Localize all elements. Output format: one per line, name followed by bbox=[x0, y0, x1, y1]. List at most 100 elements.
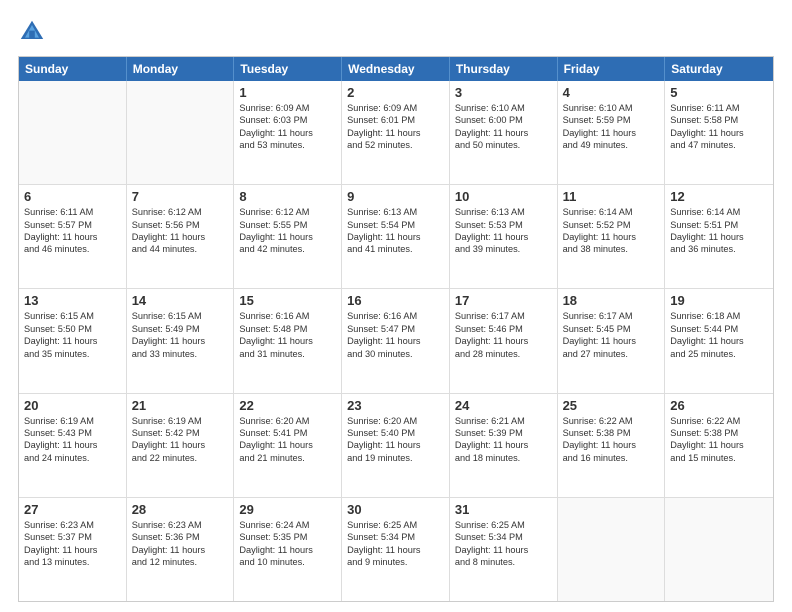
daylight-text-1: Daylight: 11 hours bbox=[455, 544, 552, 556]
sunrise-text: Sunrise: 6:13 AM bbox=[455, 206, 552, 218]
sunrise-text: Sunrise: 6:12 AM bbox=[132, 206, 229, 218]
sunrise-text: Sunrise: 6:17 AM bbox=[563, 310, 660, 322]
daylight-text-1: Daylight: 11 hours bbox=[670, 335, 768, 347]
sunrise-text: Sunrise: 6:22 AM bbox=[563, 415, 660, 427]
calendar-row-1: 6Sunrise: 6:11 AMSunset: 5:57 PMDaylight… bbox=[19, 184, 773, 288]
daylight-text-1: Daylight: 11 hours bbox=[347, 127, 444, 139]
sunrise-text: Sunrise: 6:20 AM bbox=[239, 415, 336, 427]
sunset-text: Sunset: 6:01 PM bbox=[347, 114, 444, 126]
empty-cell bbox=[127, 81, 235, 184]
daylight-text-2: and 50 minutes. bbox=[455, 139, 552, 151]
daylight-text-1: Daylight: 11 hours bbox=[563, 231, 660, 243]
sunrise-text: Sunrise: 6:10 AM bbox=[563, 102, 660, 114]
day-cell-1: 1Sunrise: 6:09 AMSunset: 6:03 PMDaylight… bbox=[234, 81, 342, 184]
daylight-text-2: and 8 minutes. bbox=[455, 556, 552, 568]
daylight-text-1: Daylight: 11 hours bbox=[24, 231, 121, 243]
daylight-text-2: and 41 minutes. bbox=[347, 243, 444, 255]
header-day-monday: Monday bbox=[127, 57, 235, 81]
daylight-text-2: and 49 minutes. bbox=[563, 139, 660, 151]
daylight-text-2: and 10 minutes. bbox=[239, 556, 336, 568]
sunset-text: Sunset: 5:42 PM bbox=[132, 427, 229, 439]
daylight-text-1: Daylight: 11 hours bbox=[347, 335, 444, 347]
day-cell-17: 17Sunrise: 6:17 AMSunset: 5:46 PMDayligh… bbox=[450, 289, 558, 392]
sunrise-text: Sunrise: 6:12 AM bbox=[239, 206, 336, 218]
sunrise-text: Sunrise: 6:23 AM bbox=[24, 519, 121, 531]
daylight-text-1: Daylight: 11 hours bbox=[563, 335, 660, 347]
sunrise-text: Sunrise: 6:17 AM bbox=[455, 310, 552, 322]
calendar: SundayMondayTuesdayWednesdayThursdayFrid… bbox=[18, 56, 774, 602]
day-cell-26: 26Sunrise: 6:22 AMSunset: 5:38 PMDayligh… bbox=[665, 394, 773, 497]
sunrise-text: Sunrise: 6:21 AM bbox=[455, 415, 552, 427]
day-number: 10 bbox=[455, 189, 552, 204]
logo-icon bbox=[18, 18, 46, 46]
sunset-text: Sunset: 5:35 PM bbox=[239, 531, 336, 543]
day-cell-15: 15Sunrise: 6:16 AMSunset: 5:48 PMDayligh… bbox=[234, 289, 342, 392]
sunset-text: Sunset: 5:58 PM bbox=[670, 114, 768, 126]
sunrise-text: Sunrise: 6:09 AM bbox=[347, 102, 444, 114]
day-number: 26 bbox=[670, 398, 768, 413]
sunset-text: Sunset: 5:38 PM bbox=[563, 427, 660, 439]
sunrise-text: Sunrise: 6:16 AM bbox=[347, 310, 444, 322]
sunset-text: Sunset: 5:48 PM bbox=[239, 323, 336, 335]
sunrise-text: Sunrise: 6:14 AM bbox=[670, 206, 768, 218]
daylight-text-2: and 31 minutes. bbox=[239, 348, 336, 360]
sunset-text: Sunset: 5:43 PM bbox=[24, 427, 121, 439]
day-cell-3: 3Sunrise: 6:10 AMSunset: 6:00 PMDaylight… bbox=[450, 81, 558, 184]
sunset-text: Sunset: 5:59 PM bbox=[563, 114, 660, 126]
day-cell-19: 19Sunrise: 6:18 AMSunset: 5:44 PMDayligh… bbox=[665, 289, 773, 392]
daylight-text-2: and 35 minutes. bbox=[24, 348, 121, 360]
day-number: 17 bbox=[455, 293, 552, 308]
day-cell-7: 7Sunrise: 6:12 AMSunset: 5:56 PMDaylight… bbox=[127, 185, 235, 288]
daylight-text-1: Daylight: 11 hours bbox=[239, 439, 336, 451]
sunrise-text: Sunrise: 6:16 AM bbox=[239, 310, 336, 322]
sunset-text: Sunset: 5:34 PM bbox=[455, 531, 552, 543]
sunrise-text: Sunrise: 6:09 AM bbox=[239, 102, 336, 114]
daylight-text-2: and 30 minutes. bbox=[347, 348, 444, 360]
daylight-text-1: Daylight: 11 hours bbox=[239, 335, 336, 347]
calendar-row-3: 20Sunrise: 6:19 AMSunset: 5:43 PMDayligh… bbox=[19, 393, 773, 497]
sunset-text: Sunset: 5:41 PM bbox=[239, 427, 336, 439]
day-number: 24 bbox=[455, 398, 552, 413]
daylight-text-2: and 46 minutes. bbox=[24, 243, 121, 255]
sunset-text: Sunset: 5:56 PM bbox=[132, 219, 229, 231]
sunrise-text: Sunrise: 6:15 AM bbox=[132, 310, 229, 322]
sunset-text: Sunset: 5:44 PM bbox=[670, 323, 768, 335]
day-number: 23 bbox=[347, 398, 444, 413]
sunset-text: Sunset: 5:52 PM bbox=[563, 219, 660, 231]
day-number: 16 bbox=[347, 293, 444, 308]
sunrise-text: Sunrise: 6:11 AM bbox=[670, 102, 768, 114]
day-cell-2: 2Sunrise: 6:09 AMSunset: 6:01 PMDaylight… bbox=[342, 81, 450, 184]
day-number: 27 bbox=[24, 502, 121, 517]
sunset-text: Sunset: 5:37 PM bbox=[24, 531, 121, 543]
daylight-text-2: and 39 minutes. bbox=[455, 243, 552, 255]
daylight-text-1: Daylight: 11 hours bbox=[455, 231, 552, 243]
sunrise-text: Sunrise: 6:11 AM bbox=[24, 206, 121, 218]
daylight-text-1: Daylight: 11 hours bbox=[670, 127, 768, 139]
day-cell-25: 25Sunrise: 6:22 AMSunset: 5:38 PMDayligh… bbox=[558, 394, 666, 497]
day-number: 4 bbox=[563, 85, 660, 100]
daylight-text-1: Daylight: 11 hours bbox=[347, 439, 444, 451]
day-cell-29: 29Sunrise: 6:24 AMSunset: 5:35 PMDayligh… bbox=[234, 498, 342, 601]
header-day-saturday: Saturday bbox=[665, 57, 773, 81]
daylight-text-2: and 44 minutes. bbox=[132, 243, 229, 255]
day-number: 28 bbox=[132, 502, 229, 517]
day-cell-4: 4Sunrise: 6:10 AMSunset: 5:59 PMDaylight… bbox=[558, 81, 666, 184]
sunrise-text: Sunrise: 6:22 AM bbox=[670, 415, 768, 427]
header bbox=[18, 18, 774, 46]
daylight-text-2: and 28 minutes. bbox=[455, 348, 552, 360]
sunset-text: Sunset: 5:53 PM bbox=[455, 219, 552, 231]
daylight-text-1: Daylight: 11 hours bbox=[455, 335, 552, 347]
daylight-text-1: Daylight: 11 hours bbox=[455, 127, 552, 139]
day-number: 19 bbox=[670, 293, 768, 308]
day-cell-11: 11Sunrise: 6:14 AMSunset: 5:52 PMDayligh… bbox=[558, 185, 666, 288]
daylight-text-2: and 47 minutes. bbox=[670, 139, 768, 151]
daylight-text-1: Daylight: 11 hours bbox=[239, 544, 336, 556]
daylight-text-2: and 25 minutes. bbox=[670, 348, 768, 360]
daylight-text-1: Daylight: 11 hours bbox=[132, 231, 229, 243]
day-number: 22 bbox=[239, 398, 336, 413]
day-number: 13 bbox=[24, 293, 121, 308]
sunset-text: Sunset: 5:40 PM bbox=[347, 427, 444, 439]
sunrise-text: Sunrise: 6:10 AM bbox=[455, 102, 552, 114]
day-number: 9 bbox=[347, 189, 444, 204]
day-cell-30: 30Sunrise: 6:25 AMSunset: 5:34 PMDayligh… bbox=[342, 498, 450, 601]
